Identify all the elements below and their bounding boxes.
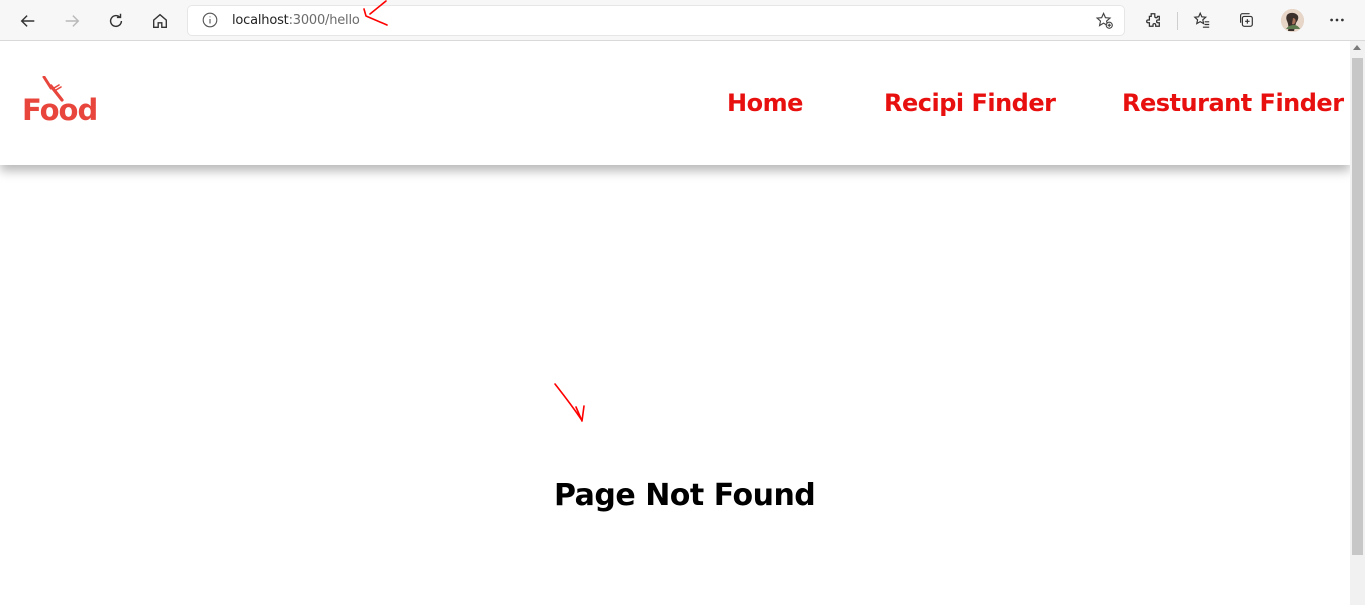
- favorite-add-icon[interactable]: [1095, 11, 1114, 30]
- url-host: localhost: [232, 13, 289, 28]
- site-header: Food Home Recipi Finder Resturant Finder: [0, 41, 1350, 165]
- toolbar-divider: [1177, 12, 1178, 30]
- favorites-icon[interactable]: [1191, 9, 1213, 31]
- scroll-up-arrow-icon[interactable]: [1353, 45, 1361, 50]
- back-arrow-icon[interactable]: [15, 8, 41, 34]
- extensions-icon[interactable]: [1142, 9, 1164, 31]
- collections-icon[interactable]: [1235, 9, 1257, 31]
- refresh-icon[interactable]: [103, 8, 129, 34]
- vertical-scrollbar[interactable]: [1350, 41, 1365, 605]
- url-path: :3000/hello: [288, 13, 360, 28]
- browser-toolbar: localhost:3000/hello: [0, 0, 1365, 41]
- nav-restaurant-finder-link[interactable]: Resturant Finder: [1122, 89, 1344, 117]
- home-icon[interactable]: [147, 8, 173, 34]
- annotation-arrow-message: [554, 383, 585, 422]
- scrollbar-thumb[interactable]: [1352, 58, 1363, 555]
- address-bar[interactable]: localhost:3000/hello: [188, 6, 1124, 35]
- url-text[interactable]: localhost:3000/hello: [232, 13, 360, 28]
- annotation-arrow-url: [363, 0, 388, 26]
- more-icon[interactable]: [1326, 9, 1348, 31]
- food-logo[interactable]: Food: [22, 76, 102, 128]
- forward-arrow-icon[interactable]: [59, 8, 85, 34]
- page-not-found-heading: Page Not Found: [554, 478, 816, 513]
- profile-avatar[interactable]: [1281, 9, 1304, 32]
- page-viewport: Food Home Recipi Finder Resturant Finder…: [0, 41, 1350, 605]
- nav-recipe-finder-link[interactable]: Recipi Finder: [884, 89, 1056, 117]
- nav-home-link[interactable]: Home: [727, 89, 803, 117]
- info-icon[interactable]: [202, 12, 218, 28]
- logo-text: Food: [22, 93, 98, 127]
